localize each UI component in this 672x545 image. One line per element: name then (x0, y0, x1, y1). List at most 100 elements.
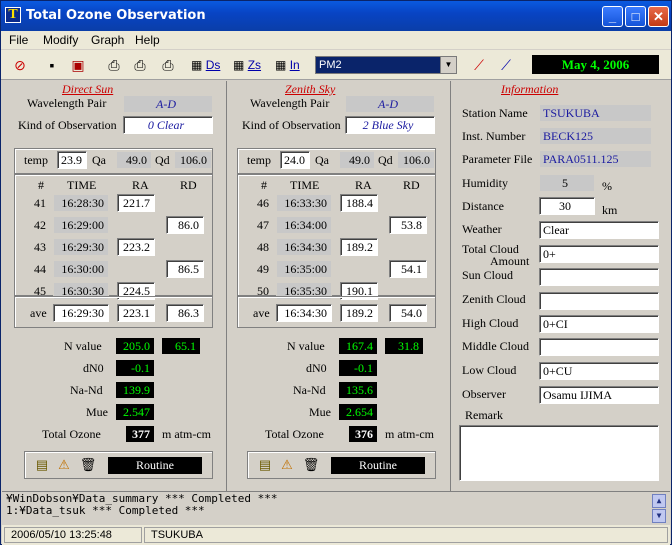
trash-icon[interactable]: 🗑 (78, 455, 98, 475)
row-time: 16:30:00 (53, 260, 109, 278)
total-ozone-label: Total Ozone (265, 427, 324, 441)
low-cloud-field[interactable]: 0+CU (539, 362, 659, 380)
row-rd[interactable]: 86.0 (166, 216, 204, 234)
ave-ra: 223.1 (117, 304, 155, 322)
instrument-select[interactable]: PM2 ▼ (315, 56, 457, 74)
nand-value: 139.9 (116, 382, 154, 398)
weather-field[interactable]: Clear (539, 221, 659, 239)
sun-cloud-label: Sun Cloud (462, 268, 514, 282)
row-num: 48 (257, 240, 269, 254)
row-ra[interactable]: 221.7 (117, 194, 155, 212)
minimize-button[interactable]: _ (602, 6, 623, 27)
row-num: 46 (257, 196, 269, 210)
wavelength-field: A-D (345, 95, 435, 113)
document-icon[interactable]: ▤ (32, 455, 52, 475)
row-time: 16:34:00 (276, 216, 332, 234)
col-num: # (38, 178, 44, 192)
graph2-icon[interactable]: ⟋ (495, 54, 517, 76)
maximize-button[interactable]: □ (625, 6, 646, 27)
row-ra[interactable]: 189.2 (340, 238, 378, 256)
ave-rd: 86.3 (166, 304, 204, 322)
unit-label: m atm-cm (162, 427, 211, 441)
close-button[interactable]: ✕ (648, 6, 669, 27)
row-rd[interactable]: 54.1 (389, 260, 427, 278)
kind-field[interactable]: 0 Clear (123, 116, 213, 134)
middle-cloud-field[interactable] (539, 338, 659, 356)
title-bar[interactable]: T Total Ozone Observation _ □ ✕ (1, 1, 671, 31)
sun-cloud-field[interactable] (539, 268, 659, 286)
ds-button[interactable]: ▦ Ds (191, 54, 220, 76)
menu-bar: File Modify Graph Help (1, 31, 671, 49)
observer-label: Observer (462, 387, 506, 401)
calculator-icon: ▦ (233, 58, 245, 72)
ave-rd: 54.0 (389, 304, 427, 322)
col-rd: RD (403, 178, 420, 192)
total-ozone-value: 376 (349, 426, 377, 442)
trash-icon[interactable]: 🗑 (301, 455, 321, 475)
printer-setup-icon[interactable]: ⎙ (157, 54, 179, 76)
menu-graph[interactable]: Graph (91, 33, 124, 47)
remark-field[interactable] (459, 425, 659, 481)
chevron-down-icon[interactable]: ▼ (440, 57, 456, 73)
mode-display: Routine (108, 457, 202, 474)
row-ra[interactable]: 188.4 (340, 194, 378, 212)
qa-field: 49.0 (116, 151, 152, 169)
observer-field[interactable]: Osamu IJIMA (539, 386, 659, 404)
row-num: 49 (257, 262, 269, 276)
menu-help[interactable]: Help (135, 33, 160, 47)
row-time: 16:29:30 (53, 238, 109, 256)
save-icon[interactable]: ▪ (41, 54, 63, 76)
zenith-sky-panel: Zenith Sky Wavelength Pair A-D Kind of O… (227, 81, 451, 491)
date-display: May 4, 2006 (532, 55, 659, 74)
col-num: # (261, 178, 267, 192)
warning-icon[interactable]: ⚠ (54, 455, 74, 475)
wavelength-label: Wavelength Pair (250, 96, 330, 110)
temp-field[interactable]: 23.9 (57, 151, 87, 169)
total-cloud-field[interactable]: 0+ (539, 245, 659, 263)
menu-file[interactable]: File (9, 33, 28, 47)
scroll-up-icon[interactable]: ▲ (652, 494, 666, 508)
document-icon[interactable]: ▤ (255, 455, 275, 475)
high-cloud-field[interactable]: 0+CI (539, 315, 659, 333)
middle-cloud-label: Middle Cloud (462, 339, 530, 353)
qa-field: 49.0 (339, 151, 375, 169)
row-rd[interactable]: 53.8 (389, 216, 427, 234)
print-icon[interactable]: ⎙ (103, 54, 125, 76)
ave-time: 16:29:30 (53, 304, 109, 322)
temp-field[interactable]: 24.0 (280, 151, 310, 169)
inst-label: Inst. Number (462, 129, 526, 143)
panel-title: Direct Sun (62, 82, 114, 96)
row-ra[interactable]: 223.2 (117, 238, 155, 256)
log-area[interactable]: ¥WinDobson¥Data_summary *** Completed **… (2, 491, 670, 525)
scroll-down-icon[interactable]: ▼ (652, 509, 666, 523)
main-window: T Total Ozone Observation _ □ ✕ File Mod… (0, 0, 672, 545)
graph-icon[interactable]: ⟋ (468, 54, 490, 76)
export-icon[interactable]: ▣ (67, 54, 89, 76)
ave-label: ave (253, 306, 270, 320)
total-ozone-value: 377 (126, 426, 154, 442)
qd-field: 106.0 (174, 151, 212, 169)
wavelength-label: Wavelength Pair (27, 96, 107, 110)
warning-icon[interactable]: ⚠ (277, 455, 297, 475)
panel-title: Zenith Sky (285, 82, 336, 96)
status-bar: 2006/05/10 13:25:48 TSUKUBA (2, 525, 670, 545)
row-num: 47 (257, 218, 269, 232)
stop-icon[interactable]: ⊘ (9, 54, 31, 76)
zs-button[interactable]: ▦ Zs (233, 54, 261, 76)
distance-field[interactable]: 30 (539, 197, 595, 215)
in-button[interactable]: ▦ In (275, 54, 300, 76)
print-preview-icon[interactable]: ⎙ (129, 54, 151, 76)
kind-field[interactable]: 2 Blue Sky (345, 116, 435, 134)
menu-modify[interactable]: Modify (43, 33, 78, 47)
station-label: Station Name (462, 106, 528, 120)
low-cloud-label: Low Cloud (462, 363, 517, 377)
nand-label: Na-Nd (70, 383, 103, 397)
humidity-field: 5 (539, 174, 595, 192)
mue-value: 2.547 (116, 404, 154, 420)
mue-value: 2.654 (339, 404, 377, 420)
window-title: Total Ozone Observation (26, 8, 206, 23)
row-rd[interactable]: 86.5 (166, 260, 204, 278)
zenith-cloud-field[interactable] (539, 292, 659, 310)
dn0-label: dN0 (83, 361, 104, 375)
nvalue-1: 205.0 (116, 338, 154, 354)
